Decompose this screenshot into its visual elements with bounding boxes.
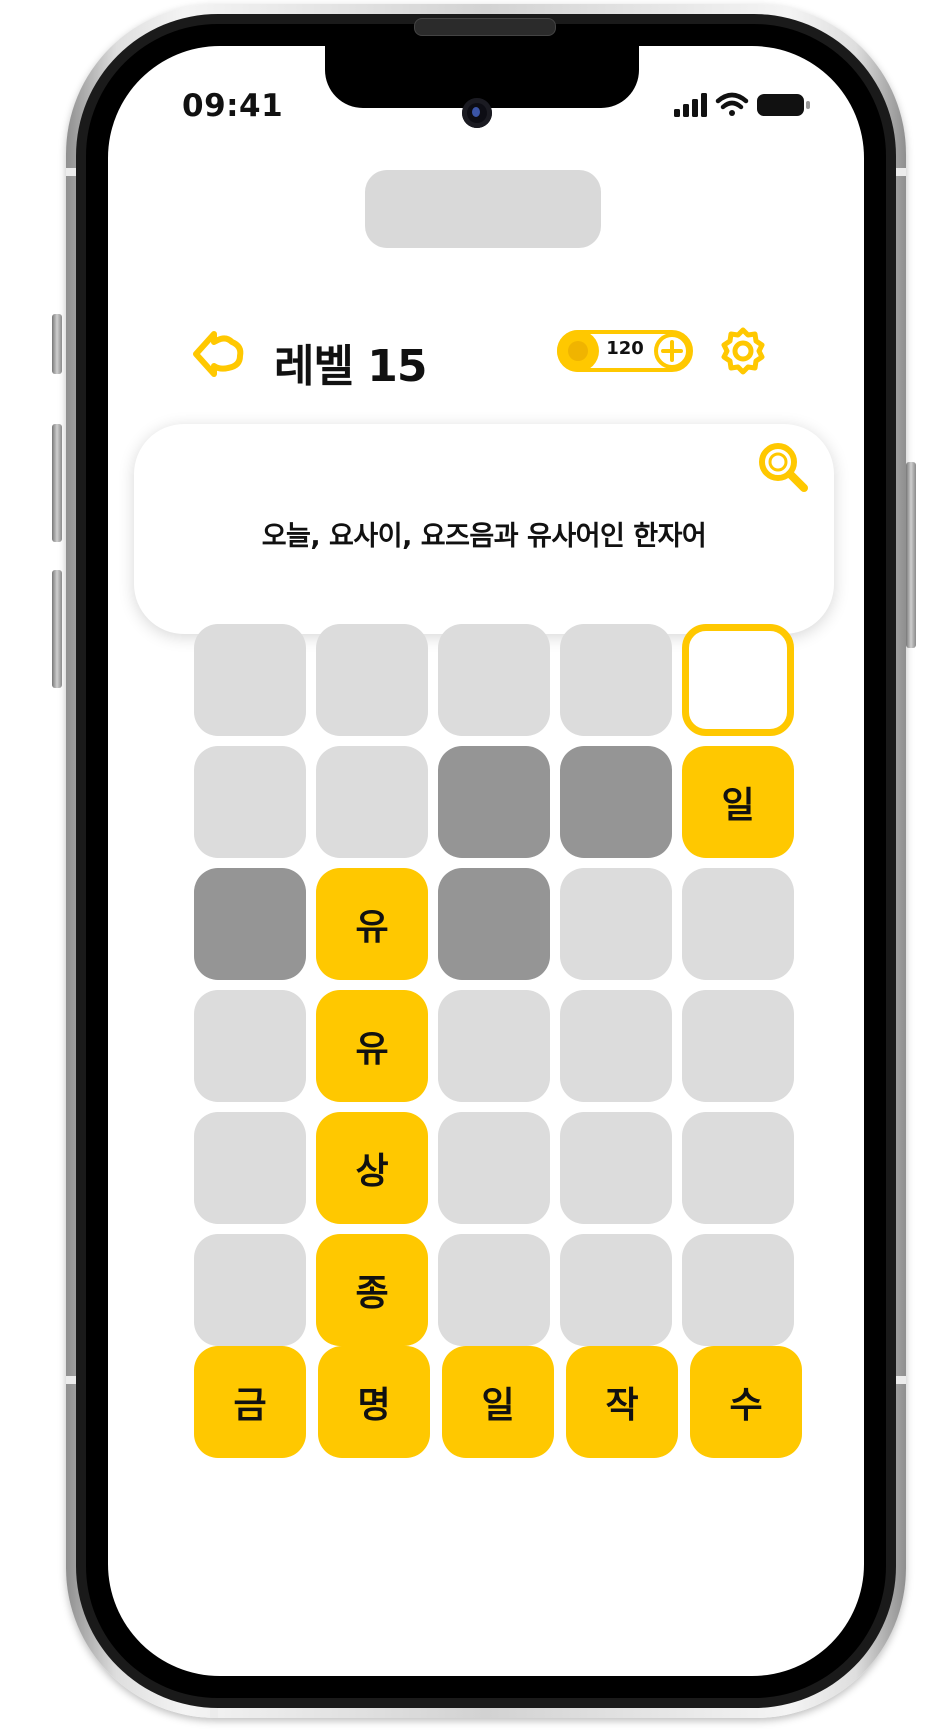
volume-down-button [52, 570, 62, 688]
antenna-line [716, 4, 724, 14]
antenna-line [210, 1708, 218, 1718]
letter-key[interactable]: 일 [442, 1346, 554, 1458]
antenna-line [66, 1376, 76, 1384]
letter-keyboard: 금명일작수 [108, 46, 864, 1676]
antenna-line [896, 168, 906, 176]
app-screen: 09:41 레벨 15 120 오늘, 요사이, 요즈음과 유사어인 한자어 일… [108, 46, 864, 1676]
letter-key[interactable]: 금 [194, 1346, 306, 1458]
letter-key[interactable]: 작 [566, 1346, 678, 1458]
mute-switch [52, 314, 62, 374]
antenna-line [896, 1376, 906, 1384]
letter-key[interactable]: 수 [690, 1346, 802, 1458]
earpiece-speaker [414, 18, 556, 36]
letter-key[interactable]: 명 [318, 1346, 430, 1458]
device-mockup: 09:41 레벨 15 120 오늘, 요사이, 요즈음과 유사어인 한자어 일… [0, 0, 926, 1730]
power-button [906, 462, 916, 648]
antenna-line [66, 168, 76, 176]
volume-up-button [52, 424, 62, 542]
